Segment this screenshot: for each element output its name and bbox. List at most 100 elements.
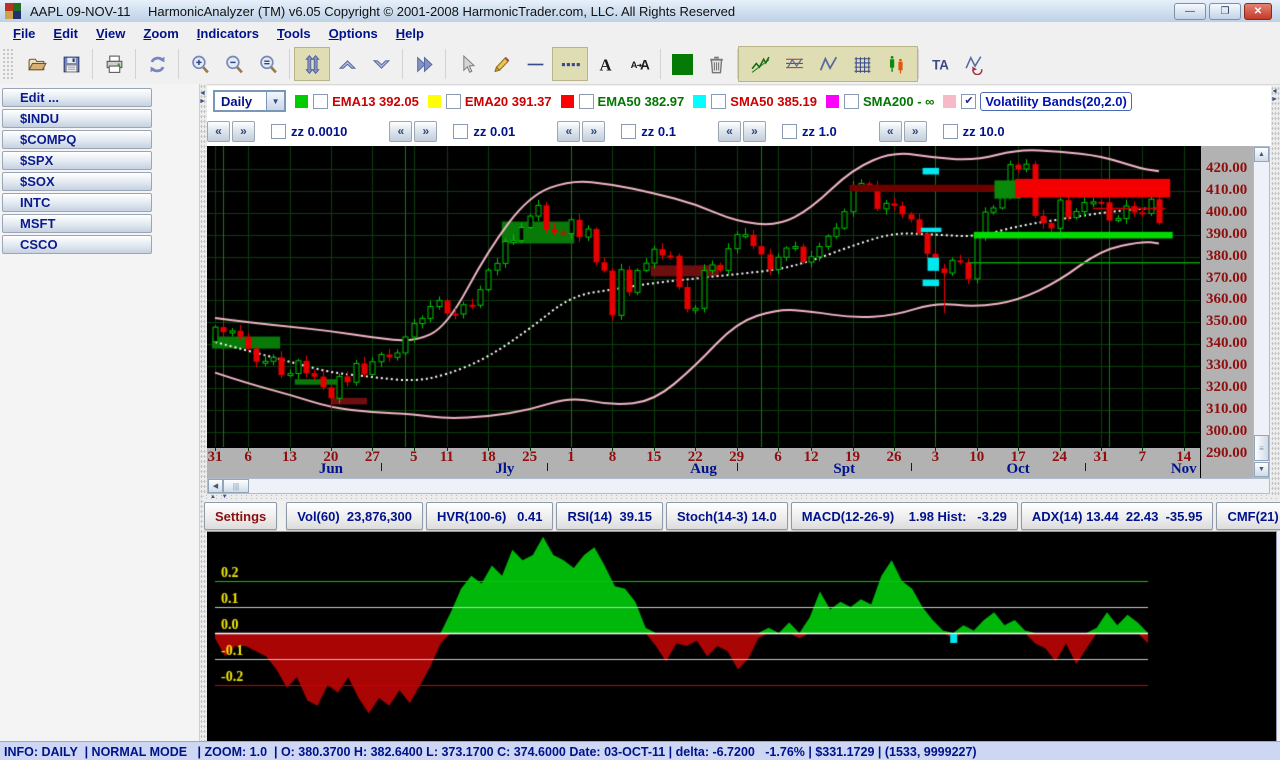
legend-color-swatch[interactable]: [427, 94, 441, 108]
cmf-chart-canvas[interactable]: [207, 531, 1277, 742]
zz-prev-button[interactable]: «: [878, 120, 902, 142]
refresh-icon[interactable]: [140, 48, 174, 80]
zz-checkbox[interactable]: [781, 123, 797, 139]
legend-color-swatch[interactable]: [943, 94, 957, 108]
cursor-icon[interactable]: [450, 48, 484, 80]
sidebar-item-intc[interactable]: INTC: [2, 193, 152, 212]
fib-retracement-icon[interactable]: [777, 48, 811, 80]
sidebar-item-sox[interactable]: $SOX: [2, 172, 152, 191]
sidebar-item-indu[interactable]: $INDU: [2, 109, 152, 128]
trendlines-icon[interactable]: [743, 48, 777, 80]
zz-prev-button[interactable]: «: [557, 120, 581, 142]
menu-indicators[interactable]: Indicators: [188, 24, 268, 43]
zz-checkbox[interactable]: [942, 123, 958, 139]
menu-tools[interactable]: Tools: [268, 24, 320, 43]
zz-next-button[interactable]: »: [232, 120, 255, 142]
right-splitter[interactable]: [1271, 86, 1280, 496]
collapse-up-icon[interactable]: [330, 48, 364, 80]
zoom-off-icon[interactable]: [251, 48, 285, 80]
minimize-button[interactable]: —: [1174, 3, 1206, 20]
sidebar-item-msft[interactable]: MSFT: [2, 214, 152, 233]
print-icon[interactable]: [97, 48, 131, 80]
toolbar-group: [738, 46, 918, 82]
expand-down-icon[interactable]: [364, 48, 398, 80]
fast-forward-icon[interactable]: [407, 48, 441, 80]
pencil-icon[interactable]: [484, 48, 518, 80]
toolbar-grip[interactable]: [2, 48, 14, 80]
main-chart-canvas[interactable]: [207, 146, 1200, 447]
legend-checkbox[interactable]: ✔: [961, 93, 977, 109]
zoom-out-icon[interactable]: [217, 48, 251, 80]
trash-icon[interactable]: [699, 48, 733, 80]
menu-help[interactable]: Help: [387, 24, 433, 43]
sidebar-item-edit[interactable]: Edit ...: [2, 88, 152, 107]
zz-prev-button[interactable]: «: [389, 120, 413, 142]
legend-color-swatch[interactable]: [693, 94, 707, 108]
chevron-down-icon[interactable]: ▼: [266, 92, 285, 110]
legend-checkbox[interactable]: [445, 93, 461, 109]
ta-icon[interactable]: TA: [923, 48, 957, 80]
menu-file[interactable]: File: [4, 24, 44, 43]
text-a-icon[interactable]: A: [588, 48, 622, 80]
title-app-name: HarmonicAnalyzer (TM) v6.05 Copyright © …: [148, 4, 736, 19]
horizontal-splitter[interactable]: [204, 494, 1280, 501]
candles-icon[interactable]: [879, 48, 913, 80]
zz-checkbox[interactable]: [271, 123, 286, 139]
legend-checkbox[interactable]: [844, 93, 860, 109]
save-icon[interactable]: [54, 48, 88, 80]
zz-next-button[interactable]: »: [903, 120, 927, 142]
timeframe-dropdown[interactable]: Daily ▼: [213, 90, 287, 112]
zoom-in-icon[interactable]: [183, 48, 217, 80]
menu-options[interactable]: Options: [320, 24, 387, 43]
horizontal-splitter-arrows-icon[interactable]: ▲ ▼: [210, 494, 230, 501]
legend-color-swatch[interactable]: [560, 94, 574, 108]
legend-checkbox[interactable]: [711, 93, 727, 109]
line-tool-icon[interactable]: [518, 48, 552, 80]
horizontal-scroll-thumb[interactable]: |||: [223, 479, 249, 493]
vertical-scrollbar[interactable]: ▲ ≡ ▼: [1253, 146, 1270, 478]
tab-rsi[interactable]: RSI(14) 39.15: [556, 502, 664, 530]
vertical-scroll-thumb[interactable]: ≡: [1254, 435, 1269, 461]
scroll-down-icon[interactable]: ▼: [1254, 462, 1269, 477]
scroll-left-icon[interactable]: ◀: [208, 479, 223, 493]
zz-prev-button[interactable]: «: [207, 120, 230, 142]
sidebar-item-spx[interactable]: $SPX: [2, 151, 152, 170]
restore-button[interactable]: ❐: [1209, 3, 1241, 20]
open-folder-icon[interactable]: [20, 48, 54, 80]
zz-next-button[interactable]: »: [582, 120, 606, 142]
sidebar-item-csco[interactable]: CSCO: [2, 235, 152, 254]
right-splitter-arrows-icon[interactable]: ◄ ►: [1271, 88, 1278, 104]
tab-macd[interactable]: MACD(12-26-9) 1.98 Hist: -3.29: [790, 502, 1018, 530]
zigzag-reset-icon[interactable]: [957, 48, 991, 80]
close-button[interactable]: ✕: [1244, 3, 1272, 20]
splitter-collapse-arrows-icon[interactable]: ◄ ►: [199, 90, 206, 106]
legend-checkbox[interactable]: [313, 93, 329, 109]
legend-color-swatch[interactable]: [295, 94, 309, 108]
tab-stoch[interactable]: Stoch(14-3) 14.0: [666, 502, 788, 530]
tab-cmf[interactable]: CMF(21) -0.034: [1216, 502, 1280, 530]
tab-vol[interactable]: Vol(60) 23,876,300: [286, 502, 423, 530]
zigzag-icon[interactable]: [811, 48, 845, 80]
tab-adx[interactable]: ADX(14) 13.44 22.43 -35.95: [1020, 502, 1214, 530]
sidebar-item-compq[interactable]: $COMPQ: [2, 130, 152, 149]
menu-view[interactable]: View: [87, 24, 134, 43]
tab-hvr[interactable]: HVR(100-6) 0.41: [425, 502, 554, 530]
legend-checkbox[interactable]: [578, 93, 594, 109]
text-resize-icon[interactable]: AA: [622, 48, 656, 80]
legend-color-swatch[interactable]: [826, 94, 840, 108]
zz-checkbox[interactable]: [453, 123, 469, 139]
grid-icon[interactable]: [845, 48, 879, 80]
tab-settings[interactable]: Settings: [204, 502, 278, 530]
menu-zoom[interactable]: Zoom: [134, 24, 187, 43]
horizontal-scrollbar[interactable]: ◀ |||: [207, 478, 1270, 494]
zz-prev-button[interactable]: «: [717, 120, 741, 142]
scroll-up-icon[interactable]: ▲: [1254, 147, 1269, 162]
fit-vertical-icon[interactable]: [294, 47, 330, 81]
dots-tool-icon[interactable]: [552, 47, 588, 81]
vertical-splitter[interactable]: [200, 84, 207, 741]
color-swatch-icon[interactable]: [665, 48, 699, 80]
zz-next-button[interactable]: »: [414, 120, 438, 142]
zz-next-button[interactable]: »: [742, 120, 766, 142]
zz-checkbox[interactable]: [621, 123, 637, 139]
menu-edit[interactable]: Edit: [44, 24, 87, 43]
